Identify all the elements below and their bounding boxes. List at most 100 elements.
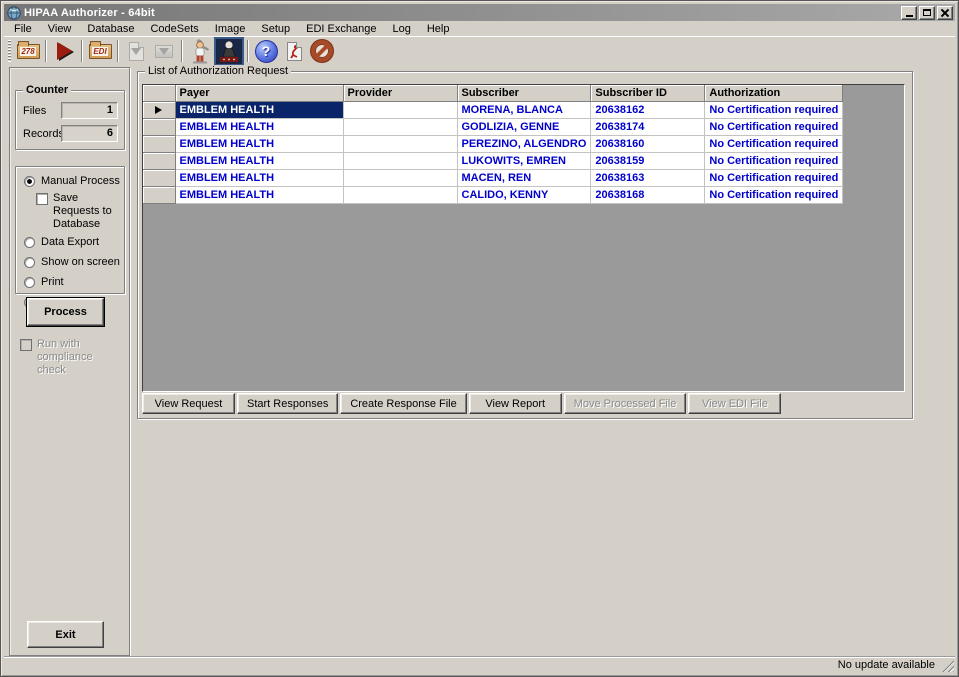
- validate-edi-button[interactable]: [280, 38, 308, 65]
- exit-button[interactable]: Exit: [27, 621, 104, 648]
- radio-manual-process[interactable]: Manual Process: [22, 175, 124, 188]
- maximize-icon: [923, 9, 931, 16]
- cell-authorization[interactable]: No Certification required: [705, 101, 843, 118]
- open-278-request-file-button[interactable]: 278: [14, 38, 42, 65]
- open-edi-file-button[interactable]: EDI: [86, 38, 114, 65]
- cell-subscriber[interactable]: LUKOWITS, EMREN: [457, 152, 591, 169]
- cell-subscriber[interactable]: PEREZINO, ALGENDRO: [457, 135, 591, 152]
- cell-subscriber-id[interactable]: 20638168: [591, 186, 705, 203]
- cell-subscriber[interactable]: MORENA, BLANCA: [457, 101, 591, 118]
- cell-authorization[interactable]: No Certification required: [705, 152, 843, 169]
- radio-show-on-screen[interactable]: Show on screen: [22, 256, 124, 269]
- cell-provider[interactable]: [343, 152, 457, 169]
- radio-indicator: [24, 176, 35, 187]
- cell-subscriber-id[interactable]: 20638160: [591, 135, 705, 152]
- row-selector-cell[interactable]: [143, 118, 175, 135]
- row-selector-cell[interactable]: [143, 152, 175, 169]
- column-header-authorization[interactable]: Authorization: [705, 85, 843, 101]
- move-processed-file-button: Move Processed File: [564, 393, 687, 414]
- window-controls: [901, 6, 953, 20]
- cell-provider[interactable]: [343, 118, 457, 135]
- cell-provider[interactable]: [343, 186, 457, 203]
- cell-payer[interactable]: EMBLEM HEALTH: [175, 118, 343, 135]
- menu-database[interactable]: Database: [79, 22, 142, 36]
- menu-setup[interactable]: Setup: [253, 22, 298, 36]
- process-requests-button[interactable]: [50, 38, 78, 65]
- files-counter-row: Files 1: [23, 102, 118, 119]
- view-report-button[interactable]: View Report: [469, 393, 562, 414]
- cell-subscriber[interactable]: CALIDO, KENNY: [457, 186, 591, 203]
- cell-authorization[interactable]: No Certification required: [705, 169, 843, 186]
- radio-print[interactable]: Print: [22, 276, 124, 289]
- row-selector-cell[interactable]: [143, 186, 175, 203]
- cell-payer[interactable]: EMBLEM HEALTH: [175, 152, 343, 169]
- start-responses-button[interactable]: Start Responses: [237, 393, 338, 414]
- cell-authorization[interactable]: No Certification required: [705, 118, 843, 135]
- table-row: EMBLEM HEALTH LUKOWITS, EMREN20638159No C…: [143, 152, 843, 169]
- column-header-subscriber-id[interactable]: Subscriber ID: [591, 85, 705, 101]
- import-box-icon: [155, 45, 173, 58]
- process-button[interactable]: Process: [27, 298, 104, 326]
- maximize-button[interactable]: [919, 6, 935, 20]
- view-request-button[interactable]: View Request: [142, 393, 235, 414]
- table-header-row: PayerProviderSubscriberSubscriber IDAuth…: [143, 85, 843, 101]
- menu-image[interactable]: Image: [207, 22, 254, 36]
- radio-data-export[interactable]: Data Export: [22, 236, 124, 249]
- toolbar-separator: [181, 40, 183, 62]
- cell-payer[interactable]: EMBLEM HEALTH: [175, 186, 343, 203]
- status-text: No update available: [838, 659, 935, 671]
- cell-provider[interactable]: [343, 169, 457, 186]
- option-label: Print: [41, 276, 64, 289]
- import-file-button: [150, 38, 178, 65]
- menu-log[interactable]: Log: [384, 22, 418, 36]
- menu-help[interactable]: Help: [419, 22, 458, 36]
- minimize-button[interactable]: [901, 6, 917, 20]
- menu-file[interactable]: File: [6, 22, 40, 36]
- stop-process-button[interactable]: [308, 38, 336, 65]
- radio-indicator: [24, 277, 35, 288]
- create-response-file-button[interactable]: Create Response File: [340, 393, 466, 414]
- menu-view[interactable]: View: [40, 22, 80, 36]
- cell-subscriber-id[interactable]: 20638162: [591, 101, 705, 118]
- cell-subscriber[interactable]: MACEN, REN: [457, 169, 591, 186]
- red-figure-icon: [289, 44, 300, 59]
- title-bar[interactable]: HIPAA Authorizer - 64bit: [4, 4, 955, 21]
- toolbar-grip[interactable]: [8, 40, 11, 62]
- cell-provider[interactable]: [343, 135, 457, 152]
- checkbox-save-requests-to-database[interactable]: Save Requests to Database: [36, 192, 124, 231]
- column-header-provider[interactable]: Provider: [343, 85, 457, 101]
- validate-document-icon: [287, 42, 302, 61]
- row-selector-header: [143, 85, 175, 101]
- cell-subscriber-id[interactable]: 20638163: [591, 169, 705, 186]
- close-button[interactable]: [937, 6, 953, 20]
- left-panel: Counter Files 1 Records 6 Manual Process…: [9, 67, 130, 656]
- help-icon: ?: [255, 40, 278, 63]
- provider-view-button[interactable]: [186, 38, 214, 65]
- cell-authorization[interactable]: No Certification required: [705, 135, 843, 152]
- datagrid: PayerProviderSubscriberSubscriber IDAuth…: [142, 84, 905, 392]
- column-header-subscriber[interactable]: Subscriber: [457, 85, 591, 101]
- compliance-label: Run with compliance check: [37, 338, 119, 377]
- row-selector-cell[interactable]: [143, 101, 175, 118]
- menu-codesets[interactable]: CodeSets: [142, 22, 206, 36]
- files-label: Files: [23, 105, 61, 117]
- column-header-payer[interactable]: Payer: [175, 85, 343, 101]
- resize-grip[interactable]: [941, 659, 954, 672]
- help-button[interactable]: ?: [252, 38, 280, 65]
- status-bar: No update available: [4, 656, 955, 673]
- compliance-checkbox: [20, 339, 32, 351]
- cell-authorization[interactable]: No Certification required: [705, 186, 843, 203]
- cell-provider[interactable]: [343, 101, 457, 118]
- cell-payer[interactable]: EMBLEM HEALTH: [175, 169, 343, 186]
- cell-subscriber-id[interactable]: 20638159: [591, 152, 705, 169]
- menu-edi-exchange[interactable]: EDI Exchange: [298, 22, 384, 36]
- cell-payer[interactable]: EMBLEM HEALTH: [175, 101, 343, 118]
- row-selector-cell[interactable]: [143, 169, 175, 186]
- cell-payer[interactable]: EMBLEM HEALTH: [175, 135, 343, 152]
- authorizer-view-button[interactable]: [214, 37, 244, 66]
- row-selector-cell[interactable]: [143, 135, 175, 152]
- table-row: EMBLEM HEALTH MACEN, REN20638163No Certif…: [143, 169, 843, 186]
- cell-subscriber[interactable]: GODLIZIA, GENNE: [457, 118, 591, 135]
- cell-subscriber-id[interactable]: 20638174: [591, 118, 705, 135]
- authorization-table: PayerProviderSubscriberSubscriber IDAuth…: [143, 85, 843, 204]
